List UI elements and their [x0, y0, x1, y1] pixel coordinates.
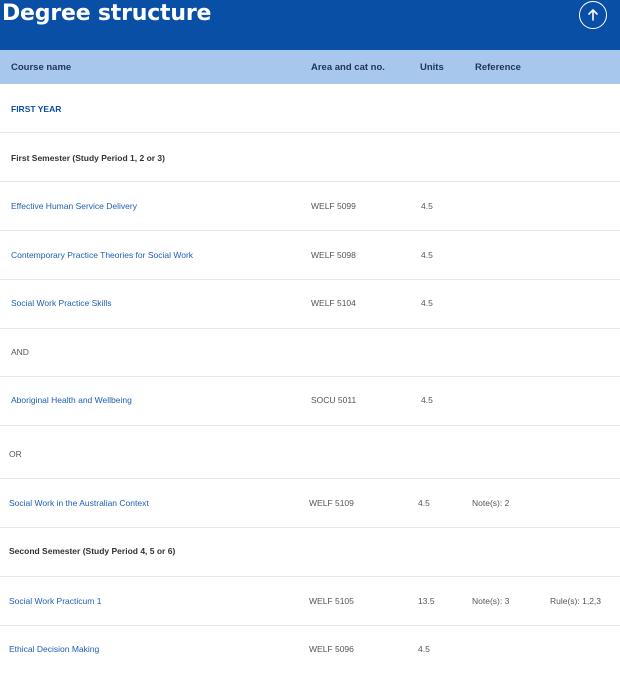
- course-link[interactable]: Social Work Practice Skills: [11, 298, 111, 308]
- table-row: Social Work Practice Skills WELF 5104 4.…: [0, 280, 620, 329]
- column-header-course-name: Course name: [11, 62, 72, 73]
- table-row: OR: [0, 426, 620, 479]
- course-link[interactable]: Contemporary Practice Theories for Socia…: [11, 250, 193, 260]
- course-code: WELF 5109: [309, 498, 354, 508]
- column-header-reference: Reference: [475, 62, 521, 73]
- table-row: Effective Human Service Delivery WELF 50…: [0, 182, 620, 231]
- course-link[interactable]: Social Work Practicum 1: [9, 596, 101, 606]
- connector-label: OR: [9, 449, 22, 459]
- column-header-area: Area and cat no.: [311, 62, 385, 73]
- table-row: Social Work in the Australian Context WE…: [0, 479, 620, 528]
- semester-heading: Second Semester (Study Period 4, 5 or 6): [9, 546, 176, 556]
- course-code: WELF 5096: [309, 644, 354, 654]
- table-row: Contemporary Practice Theories for Socia…: [0, 231, 620, 280]
- table-row: Second Semester (Study Period 4, 5 or 6): [0, 528, 620, 577]
- table-header: Course name Area and cat no. Units Refer…: [0, 50, 620, 84]
- course-link[interactable]: Aboriginal Health and Wellbeing: [11, 395, 132, 405]
- course-code: WELF 5099: [311, 201, 356, 211]
- course-units: 4.5: [421, 201, 433, 211]
- connector-label: AND: [11, 347, 29, 357]
- course-note: Note(s): 2: [472, 498, 510, 508]
- course-units: 4.5: [421, 298, 433, 308]
- course-code: WELF 5098: [311, 250, 356, 260]
- year-heading: FIRST YEAR: [11, 104, 62, 114]
- course-code: WELF 5104: [311, 298, 356, 308]
- course-link[interactable]: Effective Human Service Delivery: [11, 201, 137, 211]
- table-row: AND: [0, 329, 620, 377]
- table-row: Aboriginal Health and Wellbeing SOCU 501…: [0, 377, 620, 426]
- course-units: 4.5: [421, 250, 433, 260]
- page-title: Degree structure: [2, 1, 212, 26]
- arrow-up-circle-icon: [588, 9, 598, 21]
- table-row: First Semester (Study Period 1, 2 or 3): [0, 133, 620, 182]
- course-link[interactable]: Ethical Decision Making: [9, 644, 99, 654]
- semester-heading: First Semester (Study Period 1, 2 or 3): [11, 153, 165, 163]
- course-units: 13.5: [418, 596, 435, 606]
- course-note: Note(s): 3: [472, 596, 510, 606]
- table-row: Social Work Practicum 1 WELF 5105 13.5 N…: [0, 577, 620, 626]
- table-row: FIRST YEAR: [0, 84, 620, 133]
- column-header-units: Units: [420, 62, 444, 73]
- scroll-to-top-button[interactable]: [579, 1, 607, 29]
- course-code: WELF 5105: [309, 596, 354, 606]
- course-rule: Rule(s): 1,2,3: [550, 596, 602, 606]
- course-units: 4.5: [418, 644, 430, 654]
- page-header: Degree structure: [0, 0, 620, 50]
- table-row: Ethical Decision Making WELF 5096 4.5: [0, 626, 620, 674]
- course-units: 4.5: [418, 498, 430, 508]
- course-units: 4.5: [421, 395, 433, 405]
- course-link[interactable]: Social Work in the Australian Context: [9, 498, 149, 508]
- course-code: SOCU 5011: [311, 395, 357, 405]
